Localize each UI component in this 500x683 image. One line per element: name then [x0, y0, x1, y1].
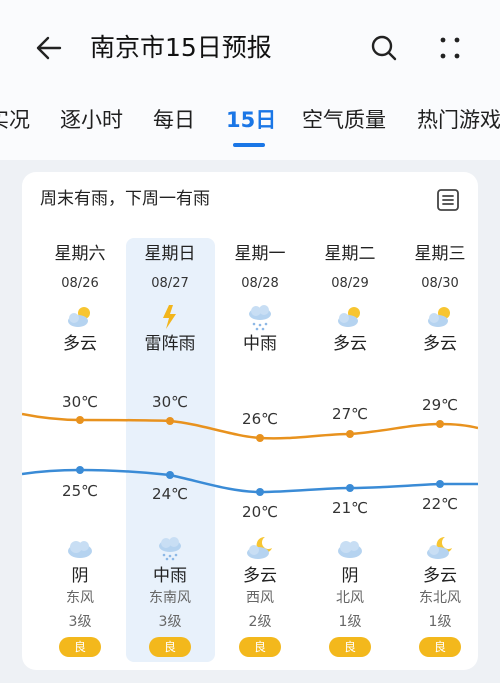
app-header: 南京市15日预报 [0, 0, 500, 95]
partly-cloudy-sun-icon [425, 302, 455, 332]
rain-cloud-icon [245, 302, 275, 332]
day-column[interactable]: 星期六 08/26 多云 30℃ 25℃ 阴 东风 3级 良 [35, 172, 125, 670]
wind-level: 1级 [428, 614, 452, 630]
aqi-badge: 良 [329, 637, 371, 657]
night-condition: 多云 [423, 566, 457, 586]
night-condition: 多云 [243, 566, 277, 586]
low-temp-label: 22℃ [422, 495, 458, 513]
search-icon[interactable] [364, 28, 404, 68]
cloudy-icon [65, 534, 95, 562]
page-title: 南京市15日预报 [90, 33, 272, 62]
active-tab-indicator [233, 143, 265, 147]
partly-cloudy-moon-icon [425, 534, 455, 562]
weekday-label: 星期二 [324, 244, 376, 264]
weekday-label: 星期六 [54, 244, 106, 264]
date-label: 08/27 [151, 276, 189, 291]
high-temp-label: 29℃ [422, 396, 458, 414]
day-condition: 中雨 [243, 334, 277, 354]
high-temp-label: 26℃ [242, 410, 278, 428]
cloudy-icon [335, 534, 365, 562]
tab-15-day[interactable]: 15日 [226, 105, 276, 135]
forecast-card: 周末有雨，下周一有雨 星期六 08/26 多云 30℃ 25℃ 阴 东风 3级 … [22, 172, 478, 670]
weekday-label: 星期一 [234, 244, 286, 264]
day-column[interactable]: 星期日 08/27 雷阵雨 30℃ 24℃ 中雨 东南风 3级 良 [125, 172, 215, 670]
date-label: 08/29 [331, 276, 369, 291]
more-options-icon[interactable] [430, 28, 470, 68]
tab-hourly[interactable]: 逐小时 [60, 105, 123, 135]
low-temp-label: 24℃ [152, 485, 188, 503]
low-temp-label: 21℃ [332, 499, 368, 517]
night-condition: 阴 [71, 566, 89, 586]
wind-level: 2级 [248, 614, 272, 630]
rain-cloud-icon [155, 534, 185, 562]
day-condition: 多云 [63, 334, 97, 354]
day-column[interactable]: 星期一 08/28 中雨 26℃ 20℃ 多云 西风 2级 良 [215, 172, 305, 670]
night-condition: 中雨 [153, 566, 187, 586]
day-condition: 多云 [423, 334, 457, 354]
date-label: 08/28 [241, 276, 279, 291]
wind-level: 3级 [158, 614, 182, 630]
weekday-label: 星期三 [414, 244, 466, 264]
high-temp-label: 30℃ [62, 393, 98, 411]
day-column[interactable]: 星期二 08/29 多云 27℃ 21℃ 阴 北风 1级 良 [305, 172, 395, 670]
date-label: 08/26 [61, 276, 99, 291]
low-temp-label: 25℃ [62, 482, 98, 500]
wind-level: 3级 [68, 614, 92, 630]
day-condition: 雷阵雨 [144, 334, 196, 354]
aqi-badge: 良 [419, 637, 461, 657]
aqi-badge: 良 [149, 637, 191, 657]
thunder-icon [155, 302, 185, 332]
weekday-label: 星期日 [144, 244, 196, 264]
wind-level: 1级 [338, 614, 362, 630]
day-column[interactable]: 星期三 08/30 多云 29℃ 22℃ 多云 东北风 1级 良 [395, 172, 478, 670]
aqi-badge: 良 [239, 637, 281, 657]
partly-cloudy-moon-icon [245, 534, 275, 562]
tab-daily[interactable]: 每日 [153, 105, 195, 135]
tab-live[interactable]: 实况 [0, 105, 30, 135]
high-temp-label: 27℃ [332, 405, 368, 423]
night-condition: 阴 [341, 566, 359, 586]
low-temp-label: 20℃ [242, 503, 278, 521]
day-condition: 多云 [333, 334, 367, 354]
tab-air-quality[interactable]: 空气质量 [302, 105, 386, 135]
high-temp-label: 30℃ [152, 393, 188, 411]
wind-direction: 东南风 [149, 590, 191, 606]
date-label: 08/30 [421, 276, 459, 291]
wind-direction: 西风 [246, 590, 274, 606]
partly-cloudy-sun-icon [65, 302, 95, 332]
tab-hot-games[interactable]: 热门游戏 [417, 105, 500, 135]
partly-cloudy-sun-icon [335, 302, 365, 332]
wind-direction: 北风 [336, 590, 364, 606]
aqi-badge: 良 [59, 637, 101, 657]
wind-direction: 东风 [66, 590, 94, 606]
back-arrow-icon[interactable] [30, 28, 70, 68]
wind-direction: 东北风 [419, 590, 461, 606]
